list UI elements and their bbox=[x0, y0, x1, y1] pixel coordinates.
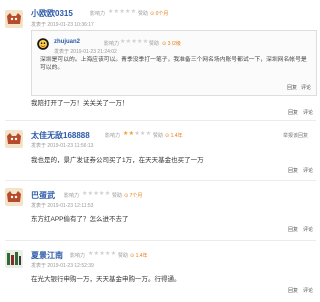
report-link[interactable]: 举报该回复 bbox=[283, 132, 308, 139]
level-badge: ⊙ 1.4年 bbox=[130, 253, 148, 259]
influence-label: 影响力 bbox=[64, 193, 80, 199]
comment-post: 太佳无敌168888 影响力 ★★★★★ 赞助 ⊙ 1.4年 举报该回复 发表于… bbox=[0, 122, 320, 182]
influence-label: 影响力 bbox=[70, 253, 86, 259]
quote-avatar[interactable] bbox=[37, 37, 49, 50]
post-time: 发表于 2019-01-23 11:56:13 bbox=[31, 143, 94, 149]
avatar[interactable] bbox=[5, 250, 23, 268]
username[interactable]: 太佳无敌168888 bbox=[31, 130, 90, 141]
praise-label: 赞助 bbox=[153, 133, 164, 139]
avatar[interactable] bbox=[5, 130, 23, 148]
comment-text: 东方红APP偷有了？怎么进不去了 bbox=[31, 216, 129, 223]
comment-text: 我也是的，景广发证券公司买了1万，在天天基金也买了一万 bbox=[31, 157, 204, 164]
quoted-reply: zhujuan2 影响力 ★★★★★ 赞助 ⊙ 3 /2级 发表于 2019-0… bbox=[31, 30, 317, 96]
quote-influence-label: 影响力 bbox=[104, 41, 120, 47]
username[interactable]: 巴蛋武 bbox=[31, 190, 55, 201]
comment-link[interactable]: 评论 bbox=[303, 226, 313, 233]
avatar[interactable] bbox=[5, 10, 23, 28]
quote-comment-link[interactable]: 评论 bbox=[301, 84, 311, 91]
divider bbox=[5, 240, 316, 241]
username[interactable]: 小欧欧0315 bbox=[31, 8, 73, 19]
post-time: 发表于 2019-01-23 12:11:53 bbox=[31, 203, 94, 209]
praise-label: 赞助 bbox=[118, 253, 129, 259]
praise-label: 赞助 bbox=[112, 193, 123, 199]
comment-link[interactable]: 评论 bbox=[303, 287, 313, 294]
rating-stars: ★★★★★ bbox=[123, 131, 152, 137]
quote-username[interactable]: zhujuan2 bbox=[54, 39, 80, 45]
quote-praise-label: 赞助 bbox=[149, 41, 160, 47]
divider bbox=[5, 180, 316, 181]
rating-stars: ★★★★★ bbox=[88, 251, 117, 257]
divider bbox=[5, 120, 316, 121]
rating-stars: ★★★★★ bbox=[108, 9, 137, 15]
influence-label: 影响力 bbox=[90, 11, 106, 17]
comment-link[interactable]: 评论 bbox=[303, 109, 313, 116]
avatar[interactable] bbox=[5, 188, 23, 206]
level-badge: ⊙ 0个月 bbox=[150, 11, 169, 17]
comment-link[interactable]: 评论 bbox=[303, 167, 313, 174]
level-badge: ⊙ 7个月 bbox=[124, 193, 143, 199]
reply-link[interactable]: 回复 bbox=[288, 287, 298, 294]
post-time: 发表于 2019-01-23 10:36:17 bbox=[31, 22, 94, 28]
quote-level-badge: ⊙ 3 /2级 bbox=[162, 41, 181, 47]
quote-reply-link[interactable]: 回复 bbox=[287, 84, 297, 91]
comment-post: 巴蛋武 影响力 ★★★★★ 赞助 ⊙ 7个月 发表于 2019-01-23 12… bbox=[0, 182, 320, 240]
reply-link[interactable]: 回复 bbox=[288, 109, 298, 116]
reply-link[interactable]: 回复 bbox=[288, 226, 298, 233]
level-badge: ⊙ 1.4年 bbox=[165, 133, 183, 139]
praise-label: 赞助 bbox=[138, 11, 149, 17]
comment-thread: 小欧欧0315 影响力 ★★★★★ 赞助 ⊙ 0个月 发表于 2019-01-2… bbox=[0, 0, 320, 302]
comment-text: 在光大银行申购一万，天天基金申购一万。行得通。 bbox=[31, 276, 181, 283]
reply-link[interactable]: 回复 bbox=[288, 167, 298, 174]
influence-label: 影响力 bbox=[105, 133, 121, 139]
quote-text: 深圳是可以的。上海应该可以。青季没季打一笔子，我准备三个网名场内账号都试一下，深… bbox=[40, 57, 307, 71]
comment-post: 夏景江南 影响力 ★★★★★ 赞助 ⊙ 1.4年 发表于 2019-01-23 … bbox=[0, 242, 320, 302]
quote-time: 发表于 2019-01-23 21:24:02 bbox=[54, 49, 117, 55]
post-time: 发表于 2019-01-23 12:52:39 bbox=[31, 263, 94, 269]
comment-text: 我陪打开了一万！关关关了一万！ bbox=[31, 100, 129, 107]
rating-stars: ★★★★★ bbox=[82, 191, 111, 197]
comment-post: 小欧欧0315 影响力 ★★★★★ 赞助 ⊙ 0个月 发表于 2019-01-2… bbox=[0, 0, 320, 118]
username[interactable]: 夏景江南 bbox=[31, 250, 63, 261]
quote-rating-stars: ★★★★★ bbox=[120, 39, 149, 45]
